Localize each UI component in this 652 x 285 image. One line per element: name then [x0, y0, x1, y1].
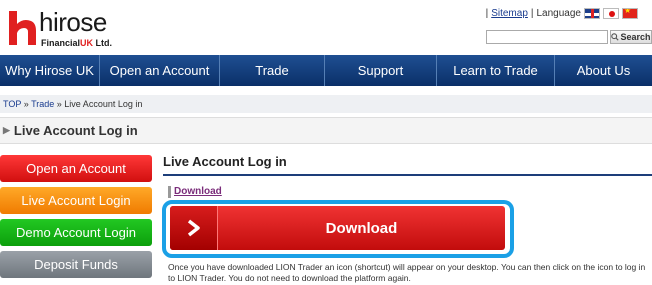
- nav-learn-to-trade[interactable]: Learn to Trade: [437, 55, 555, 86]
- breadcrumb-separator: »: [56, 99, 62, 109]
- sidebar-open-account-button[interactable]: Open an Account: [0, 155, 152, 182]
- header: hirose FinancialUK Ltd. | Sitemap | Lang…: [0, 0, 652, 55]
- logo-subtitle: FinancialUK Ltd.: [41, 38, 113, 48]
- sidebar-demo-account-login-button[interactable]: Demo Account Login: [0, 219, 152, 246]
- search-icon: [611, 33, 620, 41]
- hirose-logo[interactable]: hirose FinancialUK Ltd.: [8, 7, 118, 53]
- page-title-bar: ▶ Live Account Log in: [0, 117, 652, 144]
- logo-mark-icon: [9, 11, 36, 45]
- sidebar-deposit-funds-button[interactable]: Deposit Funds: [0, 251, 152, 278]
- download-description: Once you have downloaded LION Trader an …: [168, 262, 646, 283]
- language-label: Language: [536, 8, 582, 19]
- separator: |: [530, 8, 534, 19]
- page-title: Live Account Log in: [13, 123, 138, 138]
- top-links: | Sitemap | Language: [486, 8, 638, 19]
- search-bar: Search: [486, 30, 652, 44]
- breadcrumb-current: Live Account Log in: [64, 99, 143, 109]
- nav-why-hirose[interactable]: Why Hirose UK: [0, 55, 100, 86]
- sitemap-link[interactable]: Sitemap: [491, 8, 528, 19]
- breadcrumb-separator: »: [23, 99, 29, 109]
- download-button[interactable]: Download: [170, 206, 505, 250]
- uk-flag-icon[interactable]: [584, 8, 600, 19]
- search-button-label: Search: [620, 32, 651, 42]
- nav-open-account[interactable]: Open an Account: [100, 55, 220, 86]
- section-title: Live Account Log in: [163, 154, 652, 176]
- nav-support[interactable]: Support: [325, 55, 437, 86]
- main-nav: Why Hirose UK Open an Account Trade Supp…: [0, 55, 652, 86]
- separator: |: [485, 8, 489, 19]
- search-input[interactable]: [486, 30, 608, 44]
- search-button[interactable]: Search: [610, 30, 652, 44]
- breadcrumb-top[interactable]: TOP: [3, 99, 21, 109]
- chevron-right-icon: [187, 219, 200, 237]
- download-link[interactable]: Download: [168, 186, 222, 198]
- download-arrow-section: [170, 206, 218, 250]
- breadcrumb: TOP » Trade » Live Account Log in: [0, 95, 652, 113]
- nav-about-us[interactable]: About Us: [555, 55, 652, 86]
- japan-flag-icon[interactable]: [603, 8, 619, 19]
- breadcrumb-trade[interactable]: Trade: [31, 99, 54, 109]
- download-button-label: Download: [325, 219, 398, 237]
- sidebar-live-account-login-button[interactable]: Live Account Login: [0, 187, 152, 214]
- arrow-right-icon: ▶: [3, 125, 10, 135]
- logo-wordmark: hirose: [39, 7, 107, 37]
- china-flag-icon[interactable]: [622, 8, 638, 19]
- nav-trade[interactable]: Trade: [220, 55, 325, 86]
